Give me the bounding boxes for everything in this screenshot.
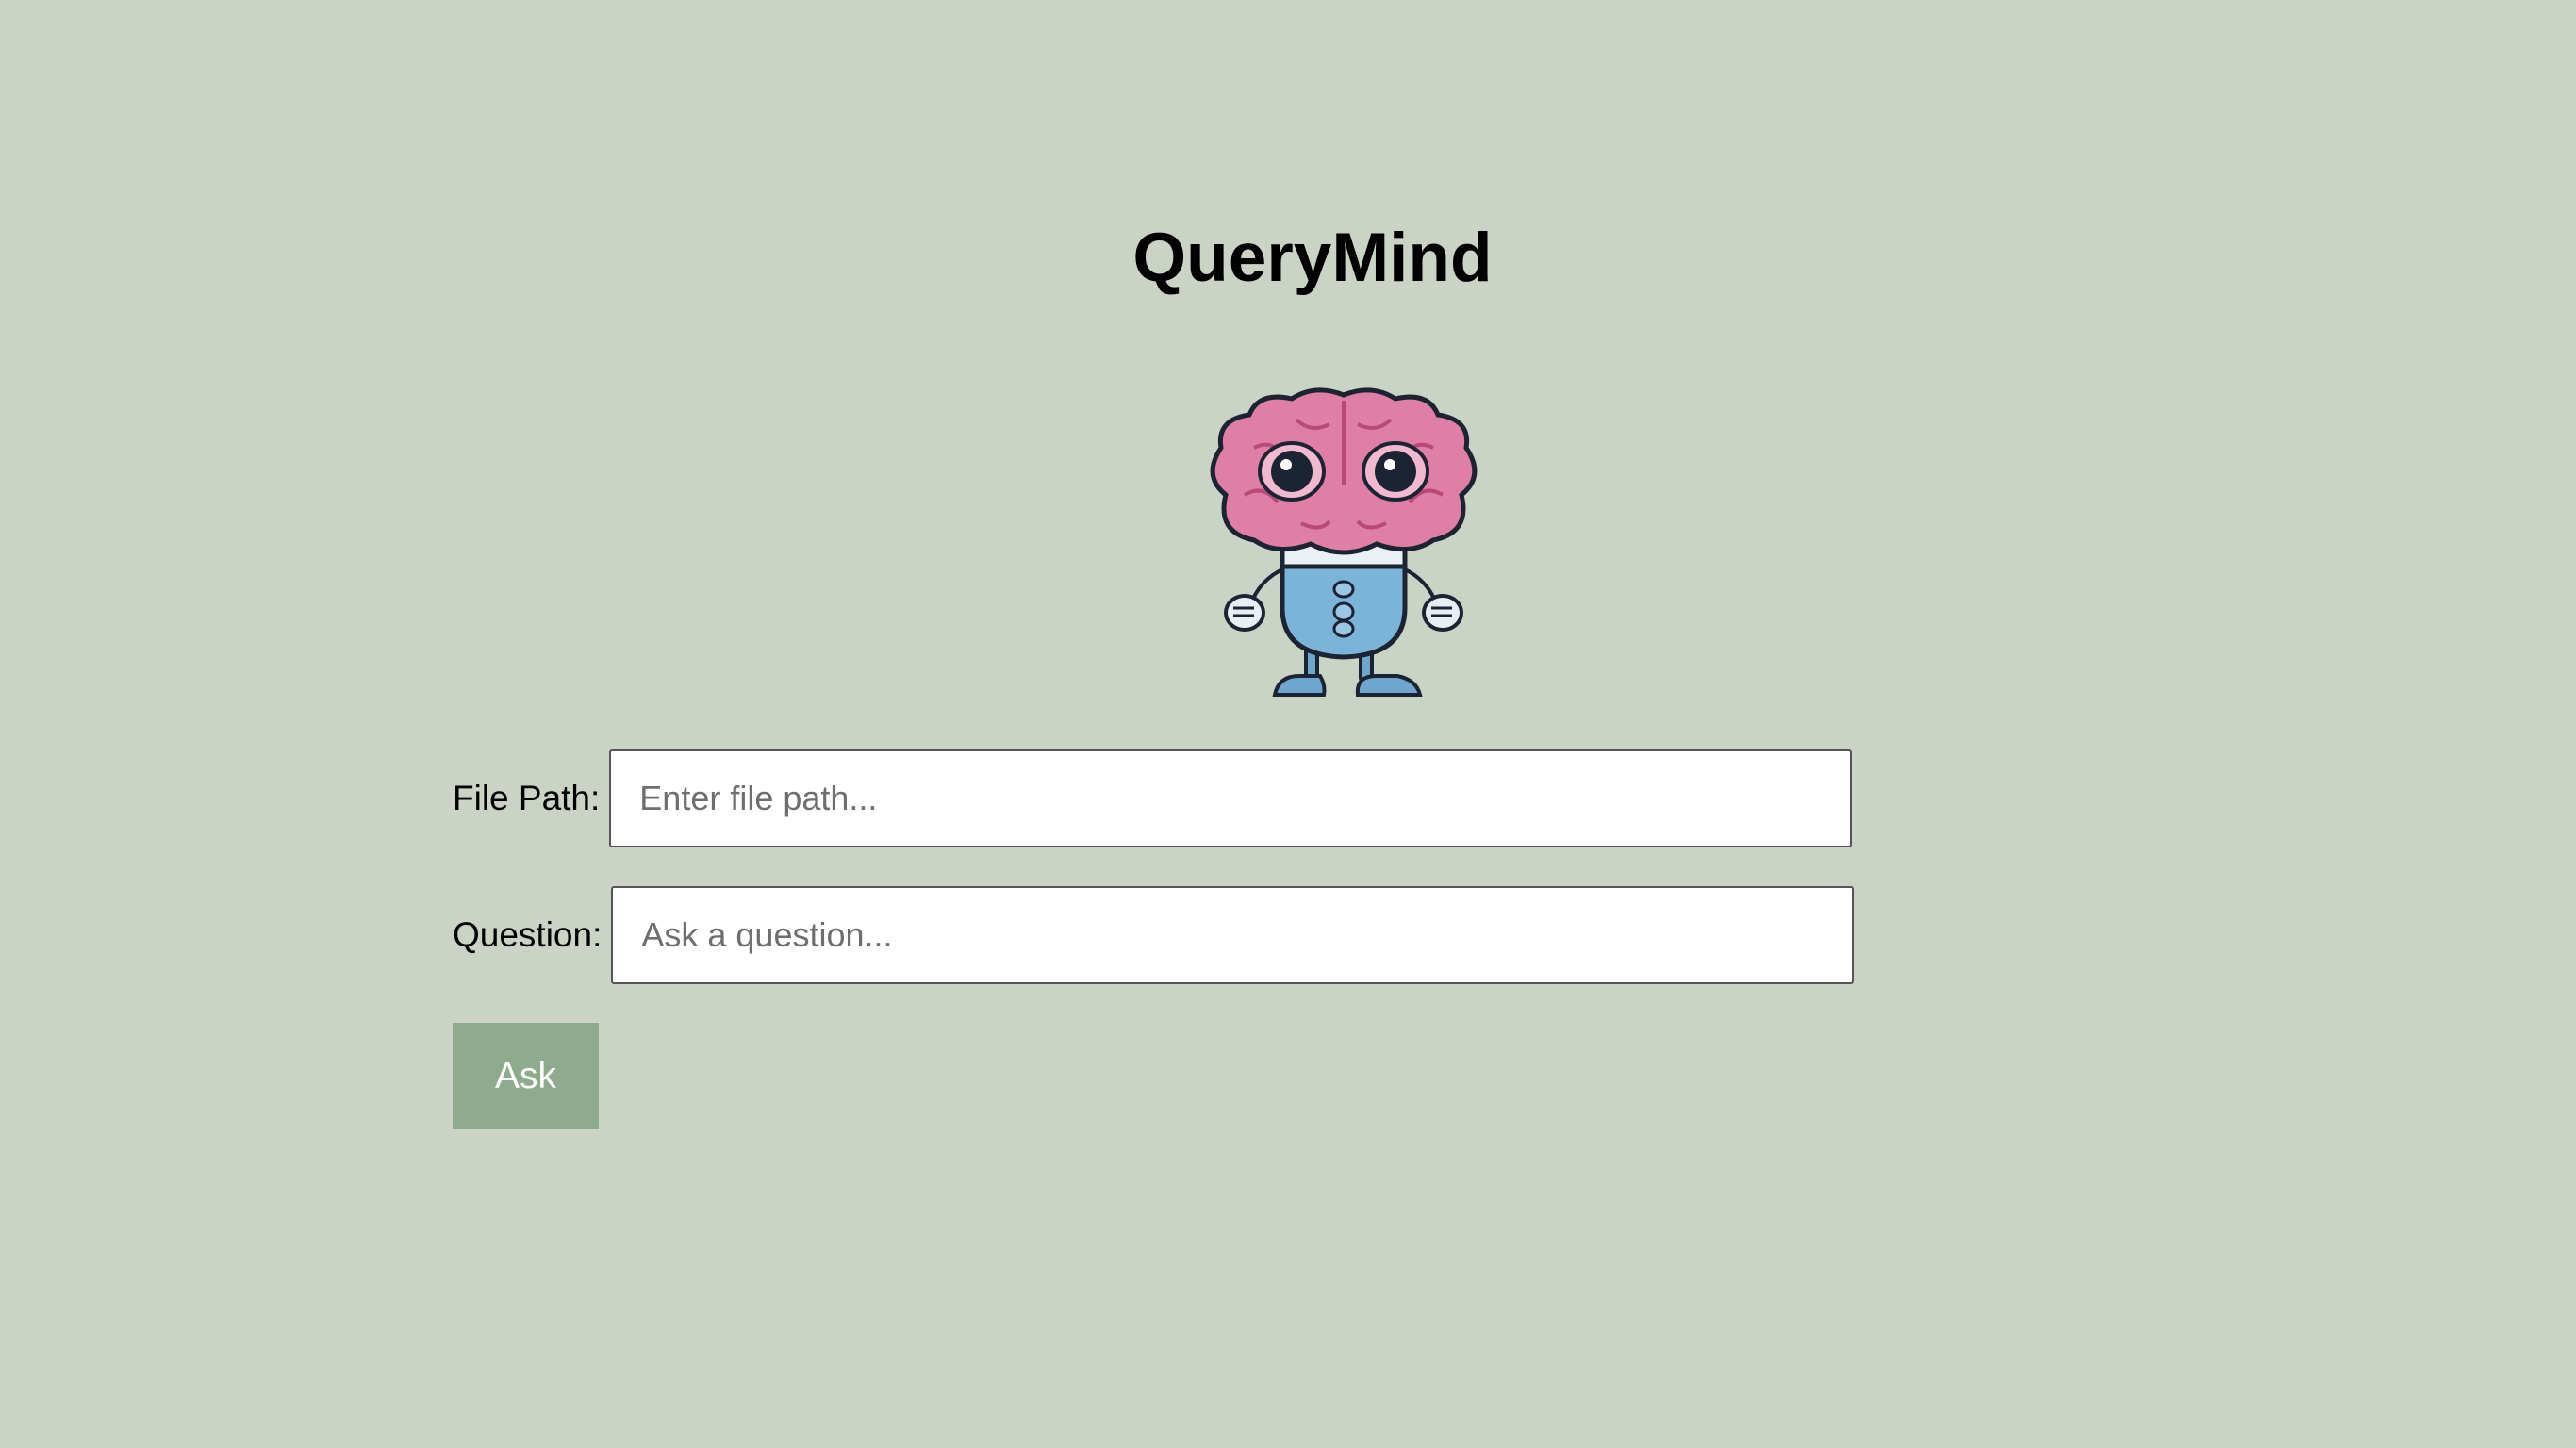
mascot-body	[1280, 537, 1408, 660]
brain-robot-mascot-icon	[1210, 387, 1478, 697]
app-container: QueryMind File Path: Enter file path... …	[0, 0, 2576, 1448]
ask-button[interactable]: Ask	[453, 1023, 599, 1129]
file-path-label: File Path:	[453, 779, 601, 817]
question-input[interactable]	[611, 886, 1855, 984]
file-path-row: File Path:	[453, 749, 1853, 847]
question-row: Question:	[453, 886, 1855, 984]
question-label: Question:	[453, 915, 603, 954]
file-path-input[interactable]	[609, 749, 1853, 847]
page-title: QueryMind	[1132, 220, 1493, 296]
